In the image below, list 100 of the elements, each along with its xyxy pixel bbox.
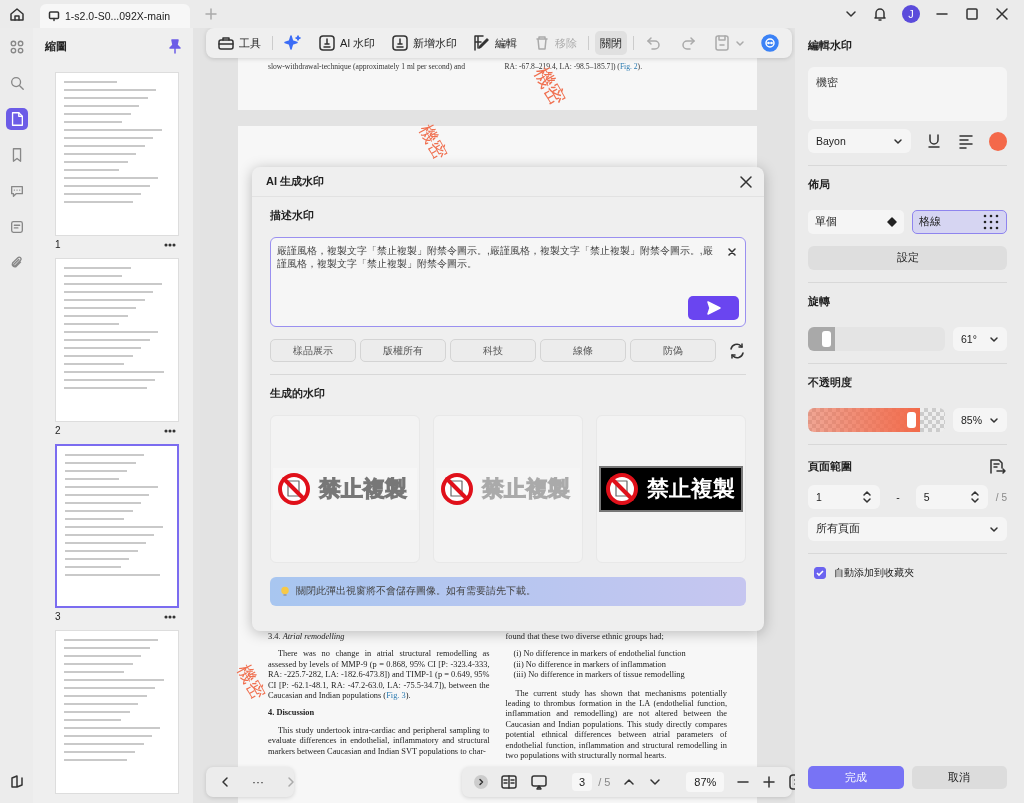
caret-icon	[989, 334, 999, 344]
caret-icon	[989, 524, 999, 534]
no-copy-icon	[440, 472, 474, 506]
zoom-field[interactable]: 87%	[686, 772, 725, 792]
watermark-banner: 禁止複製	[599, 466, 743, 512]
redo-icon	[679, 34, 698, 52]
section-label: 描述水印	[270, 209, 315, 223]
ai-button[interactable]: AI 水印	[313, 31, 381, 55]
zoom-in-icon[interactable]	[762, 775, 777, 789]
suggestion-chip[interactable]: 樣品展示	[270, 339, 356, 362]
caret-icon	[893, 136, 904, 146]
assistant-icon	[761, 34, 780, 52]
clear-icon[interactable]	[727, 247, 737, 257]
page-number: 3	[55, 611, 61, 622]
expand-icon[interactable]	[474, 775, 488, 789]
suggestion-chip[interactable]: 線條	[540, 339, 626, 362]
close-icon[interactable]	[994, 6, 1010, 22]
prompt-field[interactable]: 嚴謹風格，複製文字「禁止複製」附禁令圖示。,嚴謹風格，複製文字「禁止複製」附禁令圖示。,嚴謹風格，複製文字「禁止複製」附禁令圖示。	[270, 237, 746, 327]
bell-icon[interactable]	[872, 6, 888, 22]
align-left-icon[interactable]	[957, 132, 976, 150]
dot-grid-icon	[982, 213, 1000, 231]
dialog-title: AI 生成水印	[266, 174, 325, 189]
list-item: (i) No difference in markers of endothelial function	[513, 649, 687, 660]
monitor-icon	[48, 10, 60, 22]
section-heading: 3.4. Atrial remodelling	[268, 632, 346, 643]
section-heading: 4. Discussion	[268, 708, 316, 719]
suggestion-chip[interactable]: 科技	[450, 339, 536, 362]
page-icon[interactable]	[5, 108, 28, 130]
more-button[interactable]: ···	[252, 775, 264, 789]
page-number: 2	[55, 425, 61, 436]
color-swatch[interactable]	[989, 131, 1007, 151]
list-item: (iii) No difference in markers of tissue remodelling	[513, 670, 686, 681]
watermark-text: 機密	[415, 121, 451, 163]
page-total: / 5	[995, 491, 1007, 503]
document-text: found that these two diverse ethnic groups had;	[505, 632, 665, 643]
maximize-icon[interactable]	[964, 6, 980, 22]
diamond-icon	[886, 217, 897, 227]
section-label: 生成的水印	[270, 387, 326, 401]
stepper-icon	[969, 490, 980, 504]
page-total: / 5	[598, 776, 611, 788]
add-button[interactable]: 新增水印	[386, 31, 463, 55]
opacity-slider[interactable]	[808, 408, 945, 432]
watermark-text-field[interactable]: 機密	[808, 67, 1007, 121]
value-dropdown[interactable]: 61°	[953, 327, 1007, 351]
section-label: 旋轉	[808, 295, 831, 309]
settings-button[interactable]: 設定	[808, 246, 1007, 270]
page-number-field[interactable]: 3	[572, 773, 593, 791]
range-separator: -	[895, 491, 901, 503]
paragraph: This study undertook intra-cardiac and peripheral sampling to evaluate differences in endothelial, inflammatory and structural markers between Caucasian and Indian SVT populations to char-	[268, 725, 490, 758]
checker-pencil-icon	[473, 34, 492, 52]
caret-icon	[735, 38, 746, 48]
swap-page-icon[interactable]	[987, 457, 1007, 477]
info-text: 關閉此彈出視窗將不會儲存圖像。如有需要請先下載。	[296, 585, 536, 598]
checkbox[interactable]	[814, 567, 826, 579]
no-copy-icon	[277, 472, 311, 506]
watermark-preview-card[interactable]: 禁止複製	[270, 415, 420, 563]
pin-icon[interactable]	[167, 38, 183, 54]
page-range-field[interactable]: 5	[915, 485, 988, 509]
home-icon[interactable]	[8, 5, 26, 23]
checkbox-row[interactable]: 自動添加到收藏夾	[814, 566, 1007, 580]
page-range-field[interactable]: 1	[808, 485, 881, 509]
save-icon	[713, 34, 732, 52]
page-thumbnail[interactable]	[55, 444, 179, 608]
two-page-icon[interactable]	[500, 773, 518, 791]
stepper-icon	[862, 490, 873, 504]
font-dropdown[interactable]: Bayon	[808, 129, 912, 153]
page-number: 1	[55, 239, 61, 250]
layout-option[interactable]: 單個	[808, 210, 904, 234]
document-tab[interactable]: 1-s2.0-S0...092X-main	[40, 4, 190, 28]
layout-option[interactable]: 格線	[911, 210, 1007, 234]
caret-icon	[989, 415, 999, 425]
suggestion-chip[interactable]: 防偽	[630, 339, 716, 362]
presentation-icon[interactable]	[530, 773, 548, 791]
close-icon[interactable]	[738, 173, 754, 190]
close-button[interactable]: 關閉	[595, 31, 628, 55]
tools-button[interactable]: 工具	[212, 31, 266, 55]
rotation-slider[interactable]	[808, 327, 945, 351]
section-label: 不透明度	[808, 376, 853, 390]
value-dropdown[interactable]: 85%	[953, 408, 1007, 432]
page-range-dropdown[interactable]: 所有頁面	[808, 517, 1007, 541]
stamp-icon	[318, 34, 336, 52]
figure-link[interactable]: Fig. 3	[386, 691, 406, 701]
section-label: 頁面範圍	[808, 460, 852, 474]
send-icon	[705, 300, 722, 316]
paragraph: There was no change in atrial structural remodelling as assessed by levels of MMP-9 (p = 0.868, 95% CI [P: -323.4-333, RA: -225.7-282, LA: -182.6-473.8]) and TIMP-1 (p = 0.649, 95% CI [P: -62.1-48.1, RA: -47.2-63.0, LA: -75.5-34.7]), between the Caucasian and Indian populations (Fig. 3).	[268, 649, 490, 702]
edit-button[interactable]: 編輯	[468, 31, 523, 55]
lightbulb-icon	[280, 586, 290, 597]
suggestion-chip[interactable]: 版權所有	[360, 339, 446, 362]
section-label: 佈局	[808, 178, 831, 192]
avatar[interactable]: J	[902, 5, 920, 23]
stamp-icon	[391, 34, 410, 52]
refresh-icon[interactable]	[728, 341, 746, 360]
watermark-preview-card[interactable]: 禁止複製	[596, 415, 746, 563]
toolbox-icon	[217, 34, 235, 52]
send-button[interactable]	[688, 296, 739, 320]
done-button[interactable]: 完成	[808, 766, 904, 789]
panel-title: 縮圖	[45, 38, 67, 54]
cancel-button[interactable]: 取消	[911, 766, 1007, 789]
list-item: (ii) No difference in markers of inflammation	[513, 659, 667, 671]
no-copy-icon	[605, 472, 639, 506]
